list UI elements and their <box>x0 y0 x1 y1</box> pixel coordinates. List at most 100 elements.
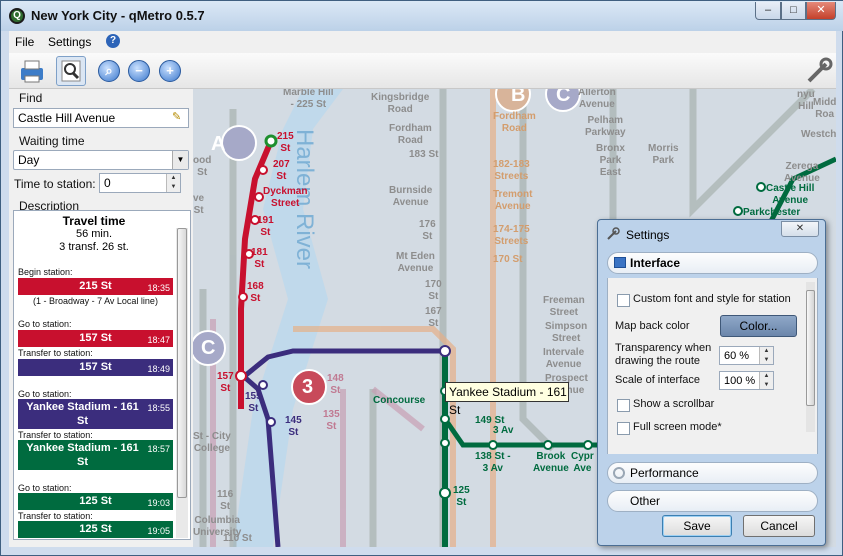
custom-font-checkbox[interactable] <box>617 294 630 307</box>
station-pelham[interactable]: Pelham Parkway <box>585 115 626 139</box>
station-city-college[interactable]: St - City College <box>193 431 231 455</box>
station-157-st[interactable]: 157 St <box>217 371 234 395</box>
station-nyu[interactable]: nyu Hill <box>797 89 815 113</box>
station-181-st[interactable]: 181 St <box>251 247 268 271</box>
find-input[interactable]: Castle Hill Avenue <box>13 108 189 128</box>
station-145-st[interactable]: 145 St <box>285 415 302 439</box>
goto2-station-badge[interactable]: Yankee Stadium - 161 St 18:55 <box>18 399 173 429</box>
station-176-st[interactable]: 176 St <box>419 219 436 243</box>
station-fordham-road-1[interactable]: Fordham Road <box>389 123 432 147</box>
scale-stepper-icon[interactable]: ▲ ▼ <box>759 372 773 389</box>
station-168-st[interactable]: 168 St <box>247 281 264 305</box>
help-icon[interactable]: ? <box>106 34 120 48</box>
station-middletown[interactable]: Midd Roa <box>813 97 836 121</box>
menu-settings[interactable]: Settings <box>48 35 91 49</box>
show-scrollbar-checkbox[interactable] <box>617 399 630 412</box>
line-badge-c[interactable]: C <box>201 337 215 360</box>
minimize-button[interactable]: – <box>755 2 781 20</box>
save-button[interactable]: Save <box>662 515 732 537</box>
maximize-button[interactable]: □ <box>781 2 806 20</box>
station-135-st[interactable]: 135 St <box>323 409 340 433</box>
tools-icon[interactable] <box>804 56 834 86</box>
settings-scrollbar[interactable] <box>806 282 815 432</box>
station-westchester[interactable]: Westchester <box>801 129 836 141</box>
scrollbar-thumb[interactable] <box>177 228 187 498</box>
transparency-input[interactable]: 60 % ▲ ▼ <box>719 346 774 365</box>
station-burnside[interactable]: Burnside Avenue <box>389 185 432 209</box>
line-badge-a[interactable]: A <box>211 133 225 156</box>
transfer3-station-name: 125 St <box>79 523 112 535</box>
cancel-button[interactable]: Cancel <box>743 515 815 537</box>
station-182-183-streets[interactable]: 182-183 Streets <box>493 159 530 183</box>
station-170-st-b[interactable]: 170 St <box>493 254 522 266</box>
station-bronx-park[interactable]: Bronx Park East <box>596 143 625 179</box>
station-marble-hill[interactable]: Marble Hill - 225 St <box>283 89 334 111</box>
station-215-st[interactable]: 215 St <box>277 131 294 155</box>
station-brook[interactable]: Brook Avenue <box>533 451 569 475</box>
begin-station-badge[interactable]: 215 St 18:35 <box>18 278 173 295</box>
goto3-station-badge[interactable]: 125 St 19:03 <box>18 493 173 510</box>
interface-section-header[interactable]: Interface <box>607 252 818 274</box>
goto2-label: Go to station: <box>18 389 72 399</box>
full-screen-checkbox[interactable] <box>617 422 630 435</box>
station-tremont[interactable]: Tremont Avenue <box>493 189 532 213</box>
line-badge-c-top[interactable]: C <box>556 89 570 107</box>
station-183-st[interactable]: 183 St <box>409 149 438 161</box>
station-3-av[interactable]: 3 Av <box>493 425 513 437</box>
menu-file[interactable]: File <box>15 35 34 49</box>
waiting-time-label: Waiting time <box>19 134 85 148</box>
station-155-st[interactable]: 155 St <box>245 391 262 415</box>
zoom-in-icon[interactable]: + <box>159 60 181 82</box>
station-mt-eden[interactable]: Mt Eden Avenue <box>396 251 435 275</box>
description-scrollbar[interactable] <box>176 228 188 538</box>
station-167-st[interactable]: 167 St <box>425 306 442 330</box>
station-191-st[interactable]: 191 St <box>257 215 274 239</box>
station-207-st[interactable]: 207 St <box>273 159 290 183</box>
station-ve-st[interactable]: ve St <box>193 193 204 217</box>
station-174-175-streets[interactable]: 174-175 Streets <box>493 224 530 248</box>
station-170-st[interactable]: 170 St <box>425 279 442 303</box>
zoom-fit-icon[interactable]: ⌕ <box>98 60 120 82</box>
color-button[interactable]: Color... <box>720 315 797 337</box>
waiting-time-select[interactable]: Day ▼ <box>13 150 189 170</box>
station-138-st[interactable]: 138 St -3 Av <box>475 451 511 475</box>
transfer3-station-badge[interactable]: 125 St 19:05 <box>18 521 173 538</box>
printer-icon[interactable] <box>17 56 47 86</box>
station-concourse[interactable]: Concourse <box>373 395 425 407</box>
transfer1-station-badge[interactable]: 157 St 18:49 <box>18 359 173 376</box>
clear-broom-icon[interactable]: ✎ <box>172 110 186 124</box>
line-badge-b[interactable]: B <box>511 89 525 107</box>
transfer2-station-badge[interactable]: Yankee Stadium - 161 St 18:57 <box>18 440 173 470</box>
time-stepper-icon[interactable]: ▲ ▼ <box>166 174 180 192</box>
station-intervale[interactable]: Intervale Avenue <box>543 347 584 371</box>
station-116-st[interactable]: 116 St <box>217 489 233 513</box>
station-allerton[interactable]: Allerton Avenue <box>578 89 616 111</box>
station-fordham-road-2[interactable]: Fordham Road <box>493 111 536 135</box>
travel-duration: 56 min. <box>75 228 113 240</box>
station-castle-hill[interactable]: Castle Hill Avenue <box>766 183 814 207</box>
station-125-st[interactable]: 125 St <box>453 485 470 509</box>
close-button[interactable]: ✕ <box>806 2 836 20</box>
performance-section-header[interactable]: Performance <box>607 462 818 484</box>
station-110-st[interactable]: 110 St <box>223 533 252 545</box>
find-icon[interactable] <box>56 56 86 86</box>
station-morris-park[interactable]: Morris Park <box>648 143 679 167</box>
station-cypress[interactable]: Cypr Ave <box>571 451 594 475</box>
goto1-station-badge[interactable]: 157 St 18:47 <box>18 330 173 347</box>
station-148-st[interactable]: 148 St <box>327 373 344 397</box>
settings-close-button[interactable]: ✕ <box>781 221 819 237</box>
station-dyckman[interactable]: Dyckman Street <box>263 186 307 210</box>
station-parkchester[interactable]: Parkchester <box>743 207 800 219</box>
zoom-out-icon[interactable]: − <box>128 60 150 82</box>
station-freeman[interactable]: Freeman Street <box>543 295 585 319</box>
line-badge-3[interactable]: 3 <box>302 376 313 399</box>
time-to-station-input[interactable]: 0 ▲ ▼ <box>99 173 181 193</box>
station-simpson[interactable]: Simpson Street <box>545 321 587 345</box>
settings-scrollbar-thumb[interactable] <box>806 290 815 406</box>
station-ood-st[interactable]: ood St <box>193 155 211 179</box>
station-zerega[interactable]: Zerega Avenue <box>784 161 820 185</box>
transparency-stepper-icon[interactable]: ▲ ▼ <box>759 347 773 364</box>
station-kingsbridge[interactable]: Kingsbridge Road <box>371 92 429 116</box>
scale-input[interactable]: 100 % ▲ ▼ <box>719 371 774 390</box>
other-section-header[interactable]: Other <box>607 490 818 512</box>
